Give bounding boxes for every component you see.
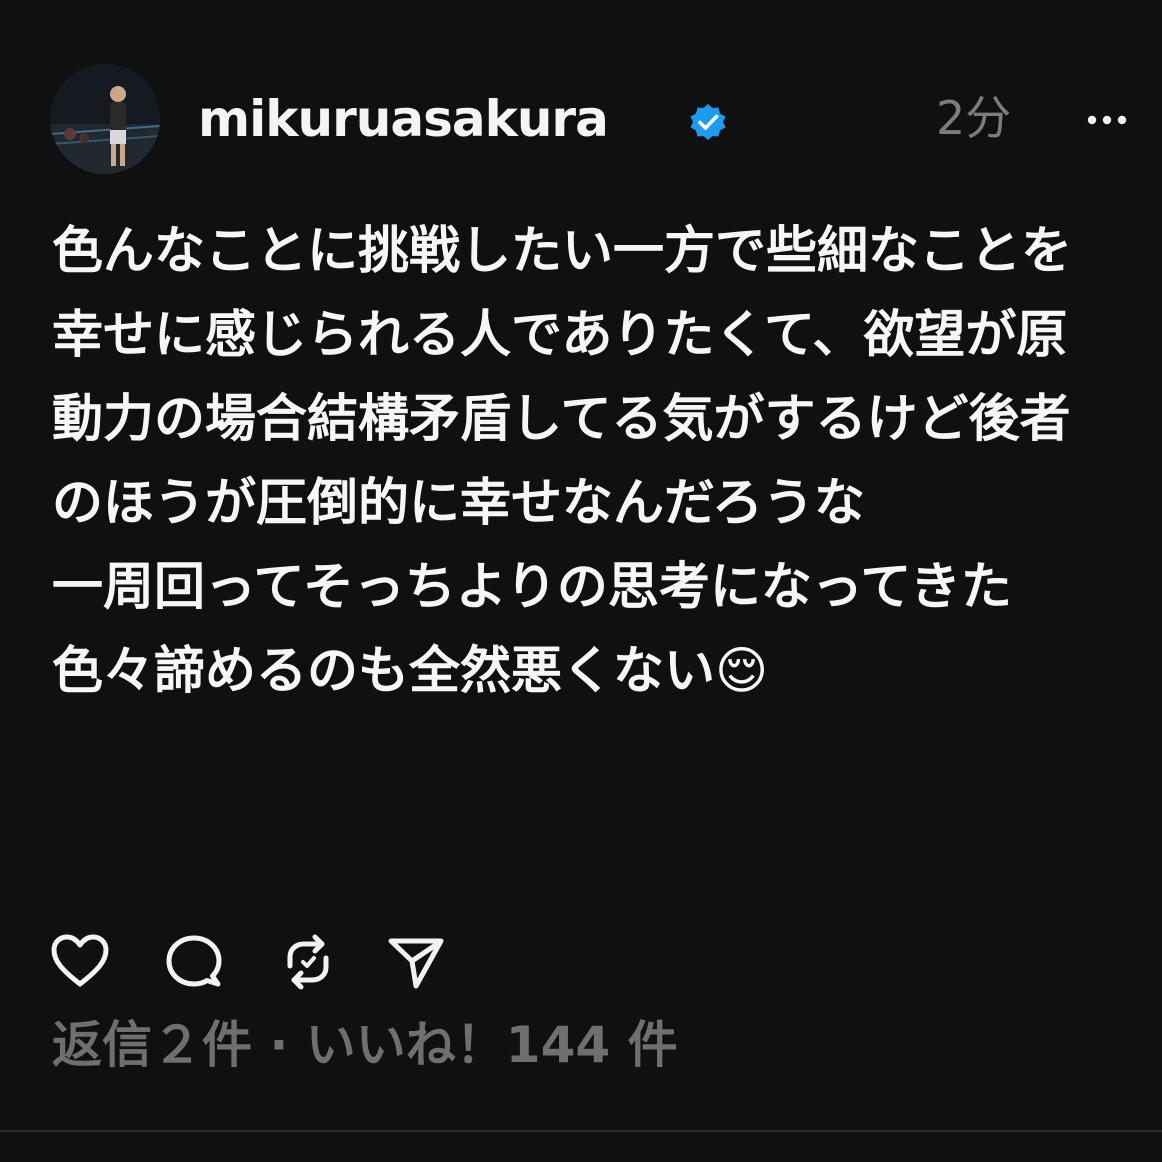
username[interactable]: mikuruasakura (198, 84, 609, 154)
post-time: 2分 (936, 91, 1012, 145)
post-stats[interactable]: 返信２件 · いいね！144 件 (52, 1010, 678, 1080)
divider (0, 1130, 1162, 1132)
send-icon[interactable] (384, 930, 448, 994)
heart-icon[interactable] (48, 930, 112, 994)
comment-bubble-icon[interactable] (162, 930, 226, 994)
verified-badge-icon (690, 104, 726, 140)
avatar[interactable] (50, 64, 160, 174)
action-bar (0, 930, 1162, 994)
more-options-icon[interactable] (1082, 100, 1132, 140)
repost-icon[interactable] (276, 930, 340, 994)
avatar-photo (50, 64, 160, 174)
post-text: 色んなことに挑戦したい一方で些細なことを幸せに感じられる人でありたくて、欲望が原… (52, 222, 1073, 701)
